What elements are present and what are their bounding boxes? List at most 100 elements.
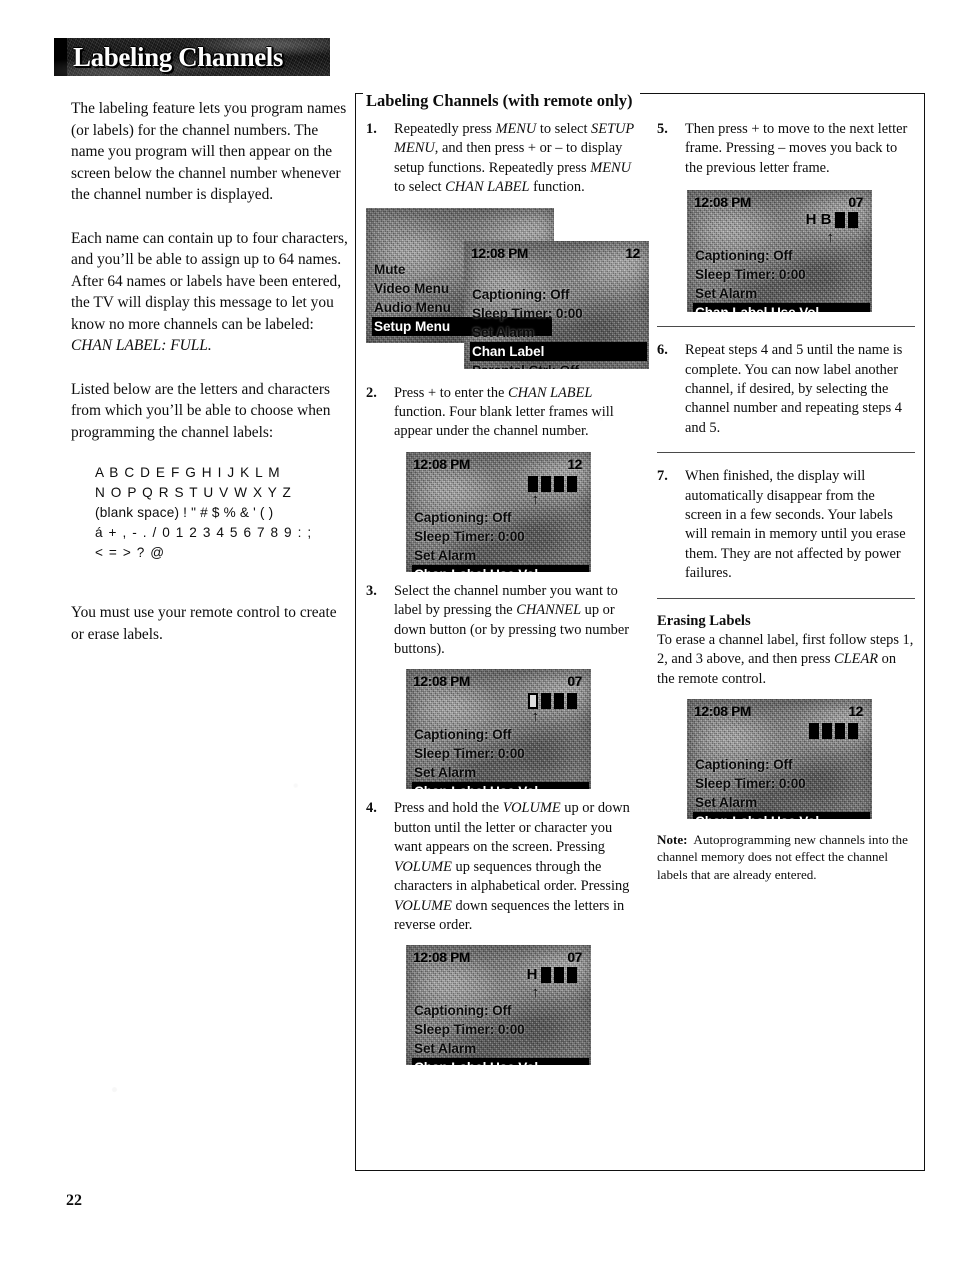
cursor-arrow-icon: ↑ (826, 229, 835, 247)
setup-row-chan-label-use-vol: Chan Label Use Vol (693, 811, 870, 819)
step-4: 4. Press and hold the VOLUME up or down … (366, 799, 641, 935)
tv-channel-number-step-3: 07 (567, 674, 582, 690)
tv-channel-number: 12 (625, 245, 640, 261)
setup-row-captioning: Captioning: Off (472, 286, 570, 302)
chan-label-full-message: CHAN LABEL: FULL. (71, 337, 212, 354)
character-row-0: A B C D E F G H I J K L M (95, 465, 281, 480)
setup-row-captioning: Captioning: Off (414, 509, 512, 525)
step-5: 5. Then press + to move to the next lett… (657, 120, 915, 178)
step-2: 2. Press + to enter the CHAN LABEL funct… (366, 384, 641, 442)
character-list: A B C D E F G H I J K L M N O P Q R S T … (95, 463, 353, 562)
character-row-1: N O P Q R S T U V W X Y Z (95, 485, 292, 500)
letter-frame-1 (528, 475, 538, 492)
step-7-text: When finished, the display will automati… (685, 468, 906, 582)
setup-row-sleep-timer: Sleep Timer: 0:00 (414, 528, 525, 544)
setup-row-chan-label: Chan Label (470, 341, 647, 361)
letter-frames-step-5: H B (805, 211, 858, 229)
setup-row-set-alarm: Set Alarm (414, 1041, 477, 1057)
page-title: Labeling Channels (73, 41, 284, 72)
step-5-number: 5. (657, 121, 668, 137)
tv-screenshot-step-4: 12:08 PM 07 H ↑ Captioning: Off Sleep Ti… (406, 945, 591, 1066)
letter-frame-4 (567, 475, 577, 492)
letter-frame-3 (554, 475, 564, 492)
page-header-banner: Labeling Channels (54, 38, 330, 76)
autoprogramming-note: Note: Autoprogramming new channels into … (657, 831, 915, 883)
setup-row-captioning: Captioning: Off (414, 727, 512, 743)
instruction-column-right: 5. Then press + to move to the next lett… (657, 120, 915, 883)
setup-row-captioning: Captioning: Off (695, 756, 793, 772)
letter-frame-4 (848, 212, 858, 229)
setup-row-chan-label-use-vol: Chan Label Use Vol (412, 564, 589, 572)
setup-menu-list: Captioning: Off Sleep Timer: 0:00 Set Al… (470, 285, 647, 369)
capacity-paragraph: Each name can contain up to four charact… (71, 228, 353, 357)
letter-frame-4 (567, 693, 577, 710)
letter-frame-2 (541, 693, 551, 710)
step-1: 1. Repeatedly press MENU to select SETUP… (366, 120, 641, 198)
step-7: 7. When finished, the display will autom… (657, 467, 915, 583)
letter-frames-step-4: H (526, 966, 577, 984)
setup-row-chan-label-use-vol: Chan Label Use Vol (412, 782, 589, 790)
instruction-panel-title: Labeling Channels (with remote only) (363, 92, 641, 110)
remote-required-paragraph: You must use your remote control to crea… (71, 604, 337, 643)
step-3-text: Select the channel number you want to la… (394, 582, 630, 658)
step-2-text: Press + to enter the CHAN LABEL function… (394, 384, 614, 440)
letter-frame-1 (528, 693, 538, 710)
setup-row-captioning: Captioning: Off (414, 1003, 512, 1019)
tv-channel-number-step-2: 12 (567, 456, 582, 472)
setup-row-set-alarm: Set Alarm (695, 794, 758, 810)
letter-frame-3 (554, 967, 564, 984)
letter-frame-2 (541, 967, 551, 984)
setup-row-sleep-timer: Sleep Timer: 0:00 (472, 305, 583, 321)
step-7-number: 7. (657, 468, 668, 485)
step-3: 3. Select the channel number you want to… (366, 582, 641, 660)
setup-row-sleep-timer: Sleep Timer: 0:00 (695, 267, 806, 283)
setup-row-sleep-timer: Sleep Timer: 0:00 (414, 1022, 525, 1038)
note-text: Autoprogramming new channels into the ch… (657, 831, 908, 882)
setup-row-chan-label-use-vol: Chan Label Use Vol (412, 1058, 589, 1066)
setup-row-parental-ctrl: Parental Ctrl: Off (470, 361, 645, 369)
setup-row-sleep-timer: Sleep Timer: 0:00 (414, 746, 525, 762)
tv-clock: 12:08 PM (471, 245, 528, 261)
step-6-text: Repeat steps 4 and 5 until the name is c… (685, 342, 903, 436)
erasing-labels-text: To erase a channel label, first follow s… (657, 631, 914, 687)
step-2-number: 2. (366, 384, 377, 401)
character-row-3: á + , - . / 0 1 2 3 4 5 6 7 8 9 : ; (95, 525, 313, 540)
left-column: The labeling feature lets you program na… (71, 98, 353, 667)
tv-screen-setup-functions: 12:08 PM 12 Captioning: Off Sleep Timer:… (464, 240, 649, 369)
step-3-number: 3. (366, 582, 377, 599)
letter-frame-3 (835, 212, 845, 229)
setup-row-set-alarm: Set Alarm (414, 547, 477, 563)
divider-after-step-7 (657, 597, 915, 599)
letter-frame-3 (835, 722, 845, 739)
setup-row-set-alarm: Set Alarm (472, 324, 535, 340)
tv-channel-number-step-4: 07 (567, 950, 582, 966)
tv-clock-step-4: 12:08 PM (413, 950, 470, 966)
setup-row-set-alarm: Set Alarm (414, 765, 477, 781)
tv-clock-step-2: 12:08 PM (413, 456, 470, 472)
step-1-number: 1. (366, 121, 377, 137)
letter-frame-1: H (526, 966, 538, 984)
setup-menu-list-step-2: Captioning: Off Sleep Timer: 0:00 Set Al… (412, 508, 589, 572)
setup-row-sleep-timer: Sleep Timer: 0:00 (695, 775, 806, 791)
setup-menu-list-step-4: Captioning: Off Sleep Timer: 0:00 Set Al… (412, 1001, 589, 1066)
page-number: 22 (66, 1192, 82, 1209)
setup-row-set-alarm: Set Alarm (695, 286, 758, 302)
tv-screenshot-step-2: 12:08 PM 12 ↑ Captioning: Off Sleep Time… (406, 451, 591, 572)
tv-screenshot-step-3: 12:08 PM 07 ↑ Captioning: Off Sleep Time… (406, 669, 591, 790)
step-6: 6. Repeat steps 4 and 5 until the name i… (657, 341, 915, 438)
tv-screenshot-step-1: Mute Video Menu Audio Menu Setup Menu 12… (366, 207, 649, 376)
setup-menu-list-erasing: Captioning: Off Sleep Timer: 0:00 Set Al… (693, 755, 870, 819)
step-6-number: 6. (657, 342, 668, 359)
tv-channel-number-erasing: 12 (848, 703, 863, 719)
tv-channel-number-step-5: 07 (848, 195, 863, 211)
erasing-labels-heading: Erasing Labels (657, 612, 751, 629)
setup-menu-list-step-3: Captioning: Off Sleep Timer: 0:00 Set Al… (412, 725, 589, 790)
letter-frame-1: H (805, 211, 817, 229)
banner-left-bar (54, 38, 67, 76)
letter-frame-2 (822, 722, 832, 739)
letter-frame-3 (554, 693, 564, 710)
letter-frames-step-3 (528, 693, 577, 710)
tv-clock-step-5: 12:08 PM (694, 195, 751, 211)
tv-screenshot-erasing: 12:08 PM 12 Captioning: Off Sleep Timer:… (687, 698, 872, 819)
character-row-4: < = > ? @ (95, 545, 166, 560)
